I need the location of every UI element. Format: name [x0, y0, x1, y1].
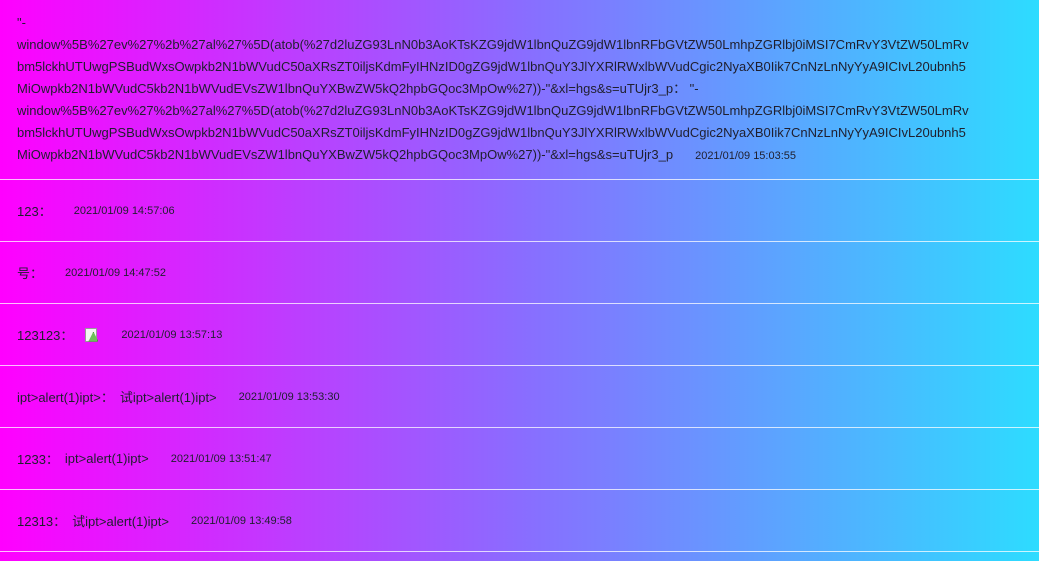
message-entry: 1233： ipt>alert(1)ipt> 2021/01/09 13:51:…	[0, 428, 1039, 490]
message-time: 2021/01/09 14:57:06	[73, 204, 175, 217]
message-entry: 号： 2021/01/09 14:47:52	[0, 242, 1039, 304]
message-author: 123：	[17, 204, 52, 219]
message-time: 2021/01/09 14:47:52	[65, 266, 166, 279]
message-time: 2021/01/09 13:49:58	[190, 514, 292, 527]
broken-image-icon	[83, 327, 99, 343]
message-text-line: bm5lckhUTUwgPSBudWxsOwpkb2N1bWVudC50aXRs…	[17, 125, 966, 140]
message-time: 2021/01/09 13:53:30	[238, 390, 340, 403]
message-time: 2021/01/09 13:51:47	[170, 452, 272, 465]
message-content: ipt>alert(1)ipt>	[64, 451, 149, 466]
message-content: 试ipt>alert(1)ipt>	[72, 514, 169, 529]
message-text-line: window%5B%27ev%27%2b%27al%27%5D(atob(%27…	[17, 37, 969, 52]
message-entry: 123123： 2021/01/09 13:57:13	[0, 304, 1039, 366]
message-text-line: MiOwpkb2N1bWVudC5kb2N1bWVudEVsZW1lbnQuYX…	[17, 81, 699, 96]
message-text-line-last: MiOwpkb2N1bWVudC5kb2N1bWVudEVsZW1lbnQuYX…	[17, 144, 1039, 167]
message-text-line: "-	[17, 15, 26, 30]
message-author: 12313：	[17, 514, 67, 529]
message-content: 试ipt>alert(1)ipt>	[119, 390, 217, 405]
message-author: 号：	[17, 266, 44, 281]
message-entry: "- window%5B%27ev%27%2b%27al%27%5D(atob(…	[0, 0, 1039, 180]
message-author: 123123：	[17, 328, 74, 343]
message-entry: ipt>alert(1)ipt>： 试ipt>alert(1)ipt> 2021…	[0, 366, 1039, 428]
message-text-line: MiOwpkb2N1bWVudC5kb2N1bWVudEVsZW1lbnQuYX…	[17, 147, 674, 162]
message-entry: 12313： 试ipt>alert(1)ipt> 2021/01/09 13:4…	[0, 490, 1039, 552]
message-text-line: window%5B%27ev%27%2b%27al%27%5D(atob(%27…	[17, 103, 969, 118]
message-time: 2021/01/09 13:57:13	[121, 328, 223, 341]
message-list: "- window%5B%27ev%27%2b%27al%27%5D(atob(…	[0, 0, 1039, 552]
message-time: 2021/01/09 15:03:55	[695, 150, 797, 162]
message-text-line: bm5lckhUTUwgPSBudWxsOwpkb2N1bWVudC50aXRs…	[17, 59, 966, 74]
message-entry: 123： 2021/01/09 14:57:06	[0, 180, 1039, 242]
message-author: 1233：	[17, 452, 59, 467]
message-author: ipt>alert(1)ipt>：	[17, 390, 114, 405]
